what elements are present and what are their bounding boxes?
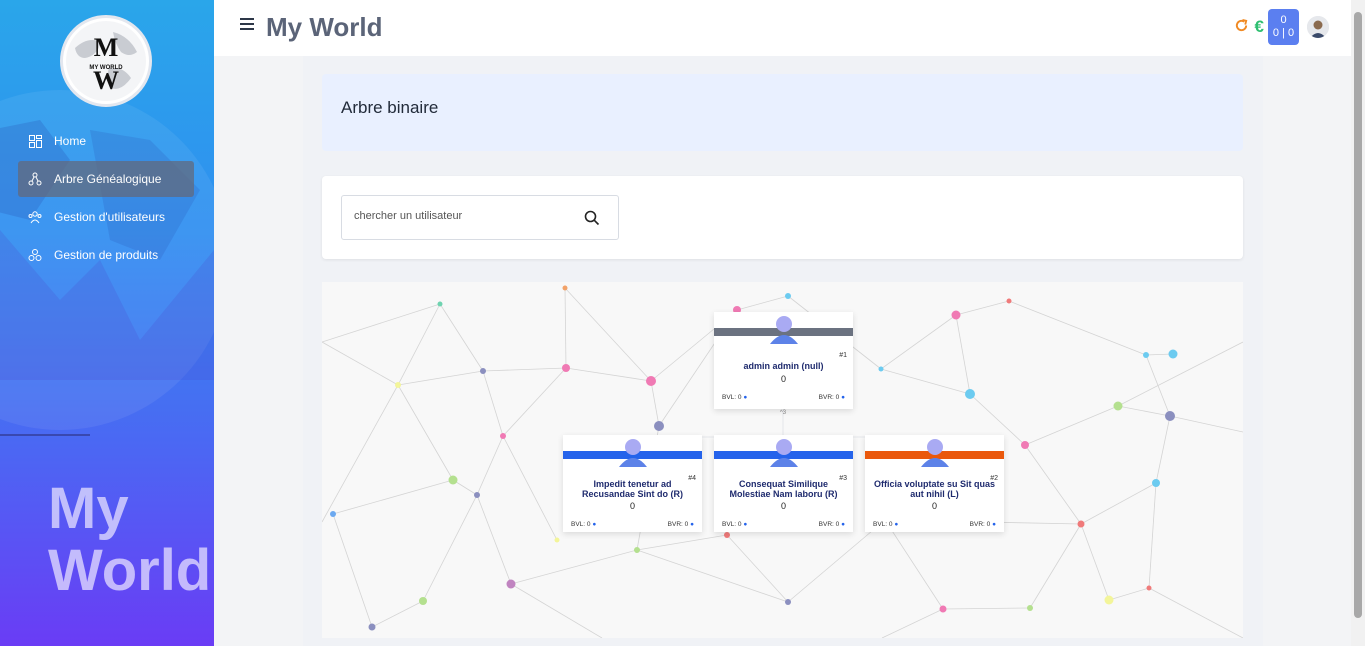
tree-connector-label: ^3 [780,410,787,416]
user-icon [619,439,647,467]
sidebar-item-home[interactable]: Home [18,123,194,159]
node-bvl: BVL: 0 ● [722,521,748,528]
node-bvr: BVR: 0 ● [818,394,845,401]
sidebar-nav: Home Arbre Généalogique Gestion d'utilis… [18,123,194,275]
euro-icon[interactable]: € [1255,17,1264,37]
user-small-icon: ● [841,394,845,401]
sidebar-item-arbre-genealogique[interactable]: Arbre Généalogique [18,161,194,197]
node-bvl: BVL: 0 ● [571,521,597,528]
grid-icon [28,134,42,148]
node-name: Officia voluptate su Sit quas aut nihil … [873,479,996,499]
user-small-icon: ● [841,521,845,528]
sidebar-item-label: Gestion de produits [54,248,159,262]
sidebar-item-label: Arbre Généalogique [54,172,162,186]
svg-text:MY WORLD: MY WORLD [89,65,123,71]
tree-node-4[interactable]: #4 Impedit tenetur ad Recusandae Sint do… [563,435,702,532]
topbar-actions: € 0 0 | 0 [1234,9,1329,45]
user-avatar[interactable] [1307,16,1329,38]
node-bvr: BVR: 0 ● [667,521,694,528]
search-icon[interactable] [584,210,600,226]
products-icon [28,248,42,262]
sidebar-item-label: Home [54,134,87,148]
node-id: #1 [839,352,847,359]
user-small-icon: ● [743,521,748,528]
search-box [341,195,619,240]
page-title: Arbre binaire [341,98,439,117]
user-small-icon: ● [894,521,899,528]
svg-text:M: M [94,33,119,62]
node-name: Consequat Similique Molestiae Nam laboru… [729,479,838,499]
node-bvl: BVL: 0 ● [722,394,748,401]
page-header-card: Arbre binaire [322,74,1243,151]
node-bvr: BVR: 0 ● [818,521,845,528]
node-bvl: BVL: 0 ● [873,521,899,528]
user-icon [770,439,798,467]
node-value: 0 [629,501,635,511]
user-small-icon: ● [592,521,597,528]
logo[interactable]: M W MY WORLD [60,15,152,107]
node-value: 0 [780,374,786,384]
users-icon [28,210,42,224]
scrollbar-thumb[interactable] [1354,12,1362,618]
node-value: 0 [931,501,937,511]
refresh-icon[interactable] [1234,17,1249,38]
user-small-icon: ● [743,394,748,401]
menu-icon[interactable] [240,18,254,32]
node-name: Impedit tenetur ad Recusandae Sint do (R… [581,479,683,499]
main-content: Arbre binaire chercher un utilisateur ^3… [303,56,1263,646]
tree-node-3[interactable]: #3 Consequat Similique Molestiae Nam lab… [714,435,853,532]
binary-tree-area: ^3 #1 admin admin (null) 0 BVL: 0 ● BVR:… [322,282,1243,638]
search-input[interactable] [354,210,574,222]
search-card [322,176,1243,259]
balance-counter[interactable]: 0 0 | 0 [1268,9,1299,45]
page-scrollbar[interactable] [1351,0,1365,646]
user-icon [921,439,949,467]
node-name: admin admin (null) [743,361,824,371]
sidebar: My World M W MY WORLD Home Arbre Généalo… [0,0,214,646]
tree-node-2[interactable]: #2 Officia voluptate su Sit quas aut nih… [865,435,1004,532]
user-icon [770,316,798,344]
sidebar-brand-watermark: My World [48,476,212,603]
topbar: My World € 0 0 | 0 [214,0,1351,56]
sidebar-item-label: Gestion d'utilisateurs [54,210,166,224]
user-small-icon: ● [992,521,996,528]
user-small-icon: ● [690,521,694,528]
sidebar-item-gestion-utilisateurs[interactable]: Gestion d'utilisateurs [18,199,194,235]
node-value: 0 [780,501,786,511]
sidebar-item-gestion-produits[interactable]: Gestion de produits [18,237,194,273]
globe-logo-icon: M W MY WORLD [66,21,146,101]
tree-node-root[interactable]: #1 admin admin (null) 0 BVL: 0 ● BVR: 0 … [714,312,853,409]
node-bvr: BVR: 0 ● [969,521,996,528]
tree-icon [28,172,42,186]
app-title: My World [266,12,383,42]
